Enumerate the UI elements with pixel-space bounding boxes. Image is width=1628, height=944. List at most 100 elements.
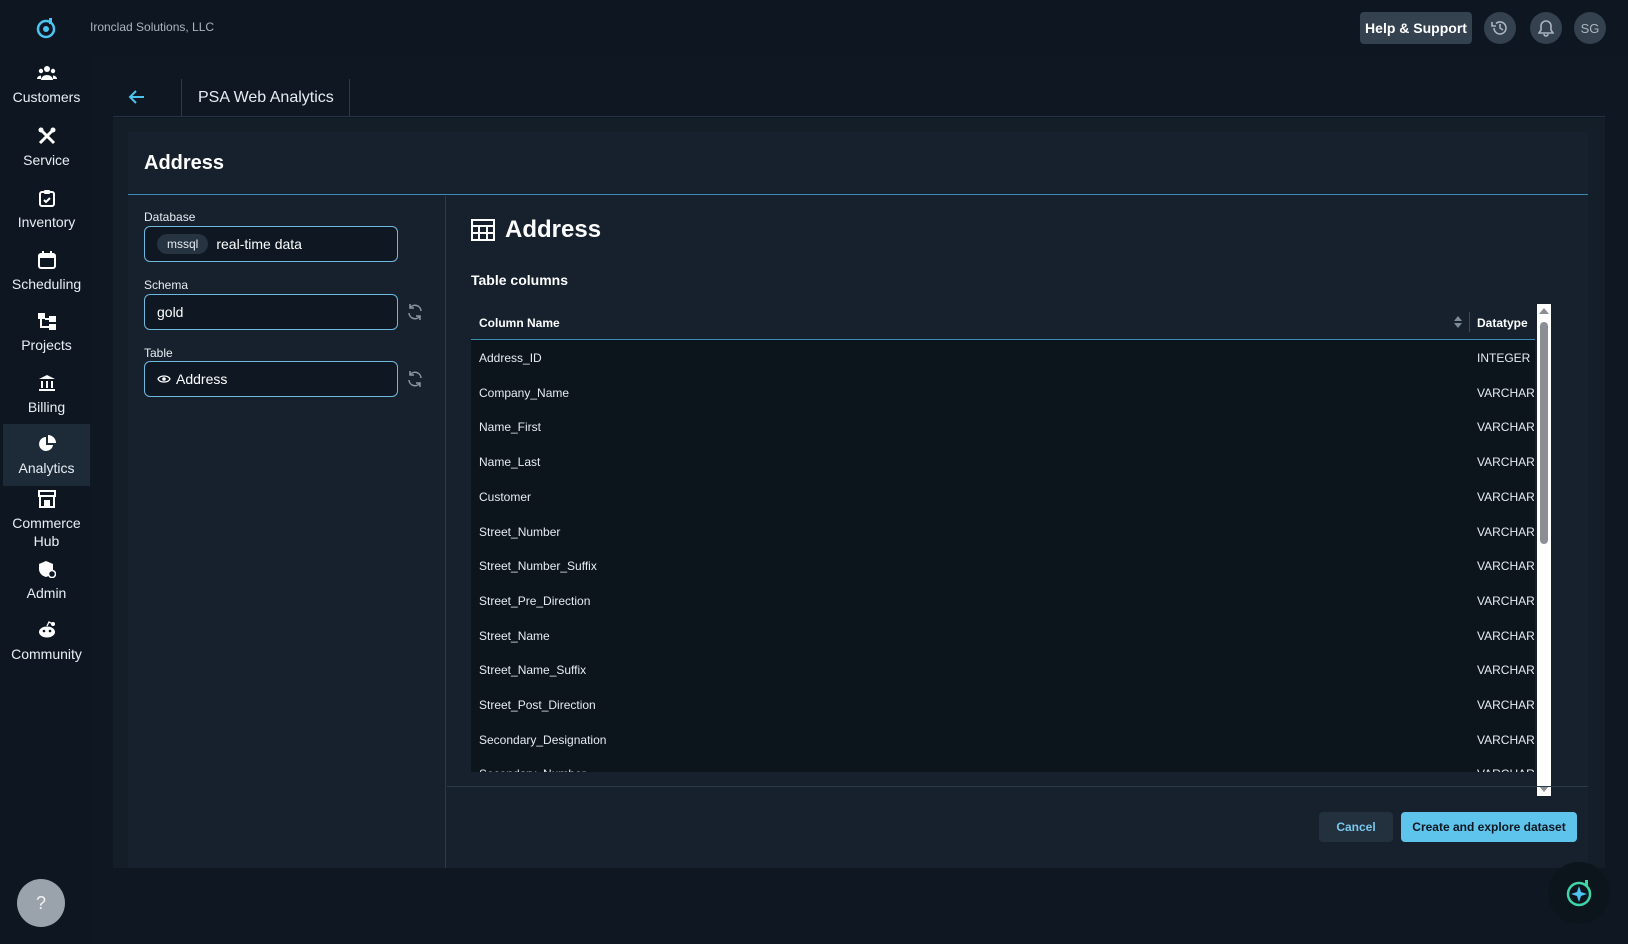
sidebar-item-label: Analytics xyxy=(18,460,75,476)
table-row[interactable]: Street_Post_Direction VARCHAR xyxy=(471,687,1535,723)
tools-icon xyxy=(36,125,58,147)
breadcrumb: PSA Web Analytics xyxy=(113,79,1605,117)
sidebar-item-label: Scheduling xyxy=(11,276,82,292)
cancel-label: Cancel xyxy=(1336,820,1376,834)
column-name-cell: Street_Number_Suffix xyxy=(479,559,597,574)
sidebar-item-label: Inventory xyxy=(17,214,76,230)
table-row[interactable]: Street_Name_Suffix VARCHAR xyxy=(471,652,1535,689)
datatype-cell: VARCHAR xyxy=(1477,663,1535,678)
user-avatar[interactable]: SG xyxy=(1574,12,1606,44)
table-select[interactable]: Address xyxy=(144,361,398,397)
help-fab-label: ? xyxy=(35,892,46,913)
table-value: Address xyxy=(176,371,228,387)
datatype-cell: VARCHAR xyxy=(1477,732,1535,747)
sidebar-item-community[interactable]: Community xyxy=(3,619,90,663)
sidebar-item-service[interactable]: Service xyxy=(3,125,90,169)
database-type-chip: mssql xyxy=(157,234,209,254)
datatype-cell: VARCHAR xyxy=(1477,559,1535,574)
table-row[interactable]: Secondary_Designation VARCHAR xyxy=(471,721,1535,758)
sidebar-item-label: Community xyxy=(11,646,82,662)
header-divider xyxy=(1469,312,1470,332)
column-name-cell: Secondary_Designation xyxy=(479,732,607,747)
sidebar-item-customers[interactable]: Customers xyxy=(3,62,90,106)
refresh-table-icon[interactable] xyxy=(406,370,424,388)
table-scrollbar[interactable] xyxy=(1537,304,1551,796)
datatype-header[interactable]: Datatype xyxy=(1477,316,1528,330)
column-name-cell: Name_Last xyxy=(479,455,541,470)
help-support-label: Help & Support xyxy=(1365,20,1467,36)
history-icon xyxy=(1491,21,1507,35)
datatype-cell: VARCHAR xyxy=(1477,455,1535,470)
table-label: Table xyxy=(144,346,173,360)
community-icon xyxy=(36,619,58,641)
schema-select[interactable]: gold xyxy=(144,294,398,330)
refresh-schema-icon[interactable] xyxy=(406,303,424,321)
sidebar-item-label: Customers xyxy=(12,89,81,105)
column-name-header[interactable]: Column Name xyxy=(479,316,560,330)
sidebar-item-projects[interactable]: Projects xyxy=(3,310,90,354)
sidebar-item-analytics[interactable]: Analytics xyxy=(3,424,90,486)
table-row[interactable]: Customer VARCHAR xyxy=(471,478,1535,515)
sidebar-item-scheduling[interactable]: Scheduling xyxy=(3,249,90,293)
bank-icon xyxy=(36,372,58,394)
history-button[interactable] xyxy=(1484,12,1516,44)
sidebar-item-label: Billing xyxy=(27,399,66,415)
scrollbar-thumb[interactable] xyxy=(1540,322,1548,544)
cancel-button[interactable]: Cancel xyxy=(1319,812,1393,842)
column-name-cell: Secondary_Number xyxy=(479,767,586,772)
projects-icon xyxy=(36,310,58,332)
datatype-cell: VARCHAR xyxy=(1477,524,1535,539)
datatype-cell: VARCHAR xyxy=(1477,385,1535,400)
datatype-cell: VARCHAR xyxy=(1477,698,1535,712)
column-name-cell: Street_Name xyxy=(479,628,550,643)
breadcrumb-title[interactable]: PSA Web Analytics xyxy=(198,89,334,107)
sort-icon[interactable] xyxy=(1453,314,1463,330)
help-support-button[interactable]: Help & Support xyxy=(1360,12,1472,44)
sidebar-item-label: Projects xyxy=(21,337,72,353)
table-preview-title: Address xyxy=(471,216,601,244)
table-row[interactable]: Name_First VARCHAR xyxy=(471,409,1535,446)
table-row[interactable]: Name_Last VARCHAR xyxy=(471,444,1535,481)
sidebar: Customers Service Inventory Scheduling P… xyxy=(0,0,90,944)
table-row[interactable]: Street_Pre_Direction VARCHAR xyxy=(471,582,1535,619)
sidebar-item-label: Service xyxy=(23,152,70,168)
dataset-card: Address Database mssql real-time data Sc… xyxy=(128,132,1588,868)
topbar: Ironclad Solutions, LLC Help & Support S… xyxy=(90,0,1628,56)
table-row[interactable]: Company_Name VARCHAR xyxy=(471,374,1535,411)
database-select[interactable]: mssql real-time data xyxy=(144,226,398,262)
datatype-cell: VARCHAR xyxy=(1477,489,1535,504)
column-name-cell: Customer xyxy=(479,489,532,504)
column-name-cell: Street_Number xyxy=(479,524,561,539)
ai-assistant-button[interactable] xyxy=(1548,862,1610,924)
sidebar-item-label: Admin xyxy=(26,585,67,601)
sidebar-item-inventory[interactable]: Inventory xyxy=(3,187,90,231)
datatype-cell: VARCHAR xyxy=(1477,628,1535,643)
store-icon xyxy=(36,488,58,510)
sidebar-item-commerce-hub[interactable]: Commerce Hub xyxy=(3,488,90,550)
table-row[interactable]: Secondary_Number VARCHAR xyxy=(471,756,1535,772)
footer-divider xyxy=(447,786,1588,787)
table-preview-title-text: Address xyxy=(505,216,602,243)
column-name-cell: Street_Name_Suffix xyxy=(479,663,587,678)
table-row[interactable]: Street_Number VARCHAR xyxy=(471,513,1535,550)
eye-icon xyxy=(157,375,171,383)
notifications-button[interactable] xyxy=(1530,12,1562,44)
sidebar-item-admin[interactable]: Admin xyxy=(3,558,90,602)
scroll-up-icon[interactable] xyxy=(1539,308,1549,314)
table-row[interactable]: Address_ID INTEGER xyxy=(471,340,1535,376)
customers-icon xyxy=(36,62,58,84)
sidebar-item-billing[interactable]: Billing xyxy=(3,372,90,416)
columns-table[interactable]: Column Name Datatype Address_ID INTEGER Co… xyxy=(471,304,1535,772)
pie-chart-icon xyxy=(36,433,58,455)
app-logo-icon[interactable] xyxy=(34,16,58,40)
back-arrow-icon[interactable] xyxy=(127,87,147,107)
table-columns-label: Table columns xyxy=(471,272,568,288)
table-row[interactable]: Street_Number_Suffix VARCHAR xyxy=(471,548,1535,585)
table-row[interactable]: Street_Name VARCHAR xyxy=(471,617,1535,654)
column-name-cell: Company_Name xyxy=(479,385,570,400)
create-dataset-button[interactable]: Create and explore dataset xyxy=(1401,812,1577,842)
card-title: Address xyxy=(144,152,225,174)
help-fab-button[interactable]: ? xyxy=(17,879,65,927)
source-form: Database mssql real-time data Schema gol… xyxy=(128,196,446,868)
database-label: Database xyxy=(144,210,196,224)
